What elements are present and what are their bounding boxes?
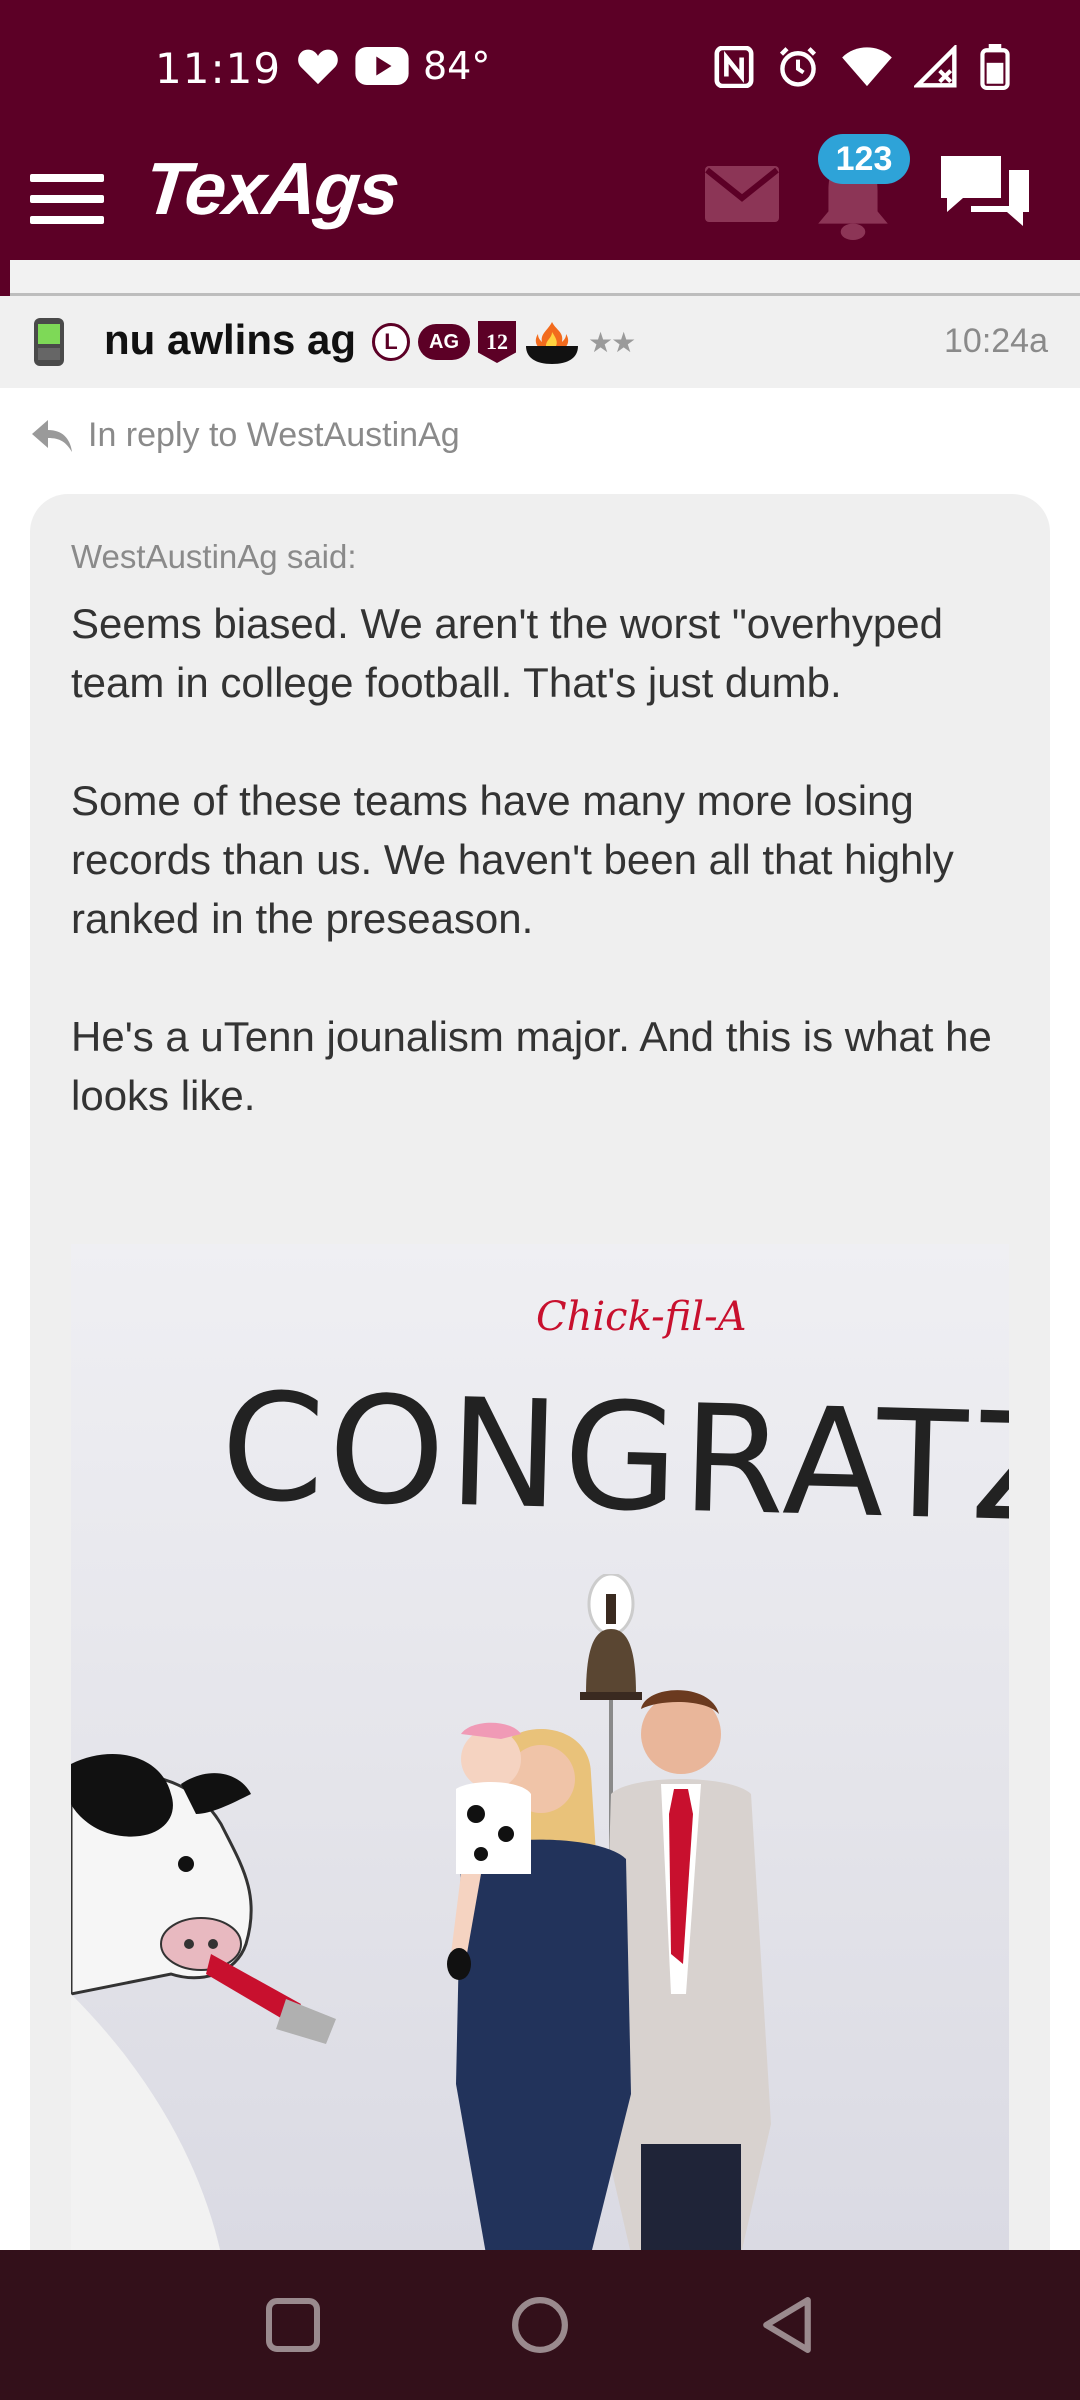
wifi-icon [842, 47, 892, 87]
reply-arrow-icon [32, 419, 72, 452]
mail-icon[interactable] [705, 166, 779, 222]
texags-logo[interactable]: TexAgs [141, 146, 403, 231]
heart-icon [298, 49, 338, 85]
nfc-icon [714, 46, 754, 88]
battery-icon [980, 44, 1010, 90]
square-icon [266, 2298, 321, 2352]
post-header: nu awlins ag L AG 12 ★★ 10:24a [0, 296, 1080, 388]
status-right-icons [714, 44, 1010, 90]
back-button[interactable] [747, 2285, 827, 2365]
quote-block: WestAustinAg said: Seems biased. We aren… [30, 494, 1050, 2294]
badge-12: 12 [478, 321, 516, 363]
reply-indicator[interactable]: In reply to WestAustinAg [30, 416, 460, 455]
user-badges: L AG 12 ★★ [372, 318, 636, 366]
quoted-photo[interactable]: Chick-fil-A CONGRATZ [71, 1244, 1009, 2254]
badge-l: L [372, 323, 410, 361]
system-nav-bar [0, 2250, 1080, 2400]
circle-icon [512, 2297, 568, 2353]
menu-icon[interactable] [30, 160, 108, 238]
status-temperature: 84° [423, 44, 491, 88]
congratz-wall-text: CONGRATZ [218, 1360, 1009, 1556]
fire-bowl-icon [526, 322, 578, 364]
rating-stars: ★★ [588, 325, 636, 359]
quote-body: Seems biased. We aren't the worst "overh… [71, 600, 992, 1119]
signal-icon [914, 45, 957, 88]
badge-ag: AG [418, 324, 470, 360]
people-figure [447, 1690, 771, 2254]
status-left-icons: 84° [295, 44, 490, 88]
sub-header-bar [0, 260, 1080, 296]
reply-to-text: In reply to WestAustinAg [88, 416, 460, 454]
chat-icon[interactable] [935, 150, 1035, 232]
post-time: 10:24a [944, 322, 1048, 360]
post-username[interactable]: nu awlins ag [104, 316, 356, 364]
status-time: 11:19 [155, 44, 282, 93]
alarm-icon [779, 47, 817, 87]
triangle-back-icon [762, 2297, 811, 2353]
recents-button[interactable] [253, 2285, 333, 2365]
phone-icon [34, 318, 64, 366]
chick-fil-a-logo: Chick-fil-A [536, 1294, 747, 1340]
notification-badge[interactable]: 123 [818, 134, 910, 184]
quote-attribution[interactable]: WestAustinAg said: [71, 538, 357, 576]
youtube-icon [355, 47, 409, 85]
status-bar: 11:19 84° [0, 0, 1080, 140]
home-button[interactable] [500, 2285, 580, 2365]
app-header: TexAgs 123 [0, 134, 1080, 260]
